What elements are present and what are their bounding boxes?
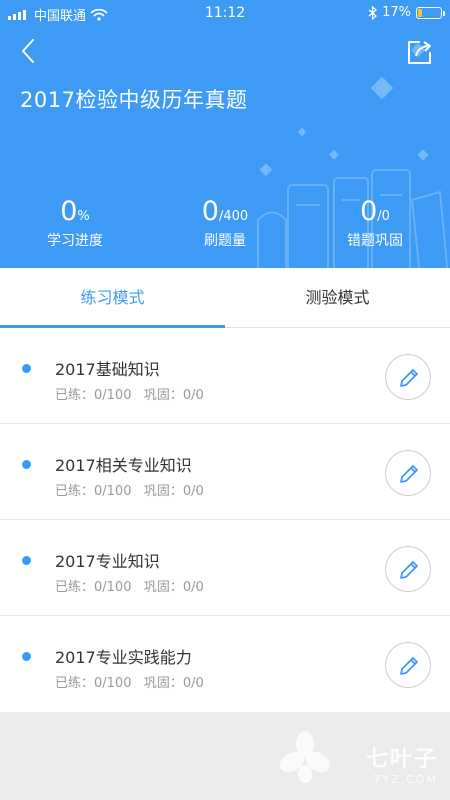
pencil-icon <box>400 561 418 579</box>
site-watermark: 七叶子 7YZ.COM <box>279 731 438 786</box>
item-progress: 已练：0/100 巩固：0/0 <box>55 388 204 403</box>
stat-label: 学习进度 <box>47 233 103 249</box>
list-item[interactable]: 2017基础知识 已练：0/100 巩固：0/0 <box>0 328 450 424</box>
list-item[interactable]: 2017专业实践能力 已练：0/100 巩固：0/0 <box>0 616 450 712</box>
stat-label: 刷题量 <box>204 233 246 249</box>
item-title: 2017专业知识 <box>55 552 160 571</box>
tab-test-mode[interactable]: 测验模式 <box>225 268 450 328</box>
share-button[interactable] <box>406 38 434 66</box>
leaf-logo-icon <box>279 731 331 783</box>
pencil-icon <box>400 369 418 387</box>
status-bar: 中国联通 11:12 17% <box>0 0 450 28</box>
item-title: 2017专业实践能力 <box>55 648 192 667</box>
watermark-domain: 7YZ.COM <box>373 773 438 786</box>
list-item[interactable]: 2017专业知识 已练：0/100 巩固：0/0 <box>0 520 450 616</box>
stat-mistakes: 0/0 错题巩固 <box>300 196 450 250</box>
item-title: 2017相关专业知识 <box>55 456 192 475</box>
chevron-left-icon <box>22 39 34 63</box>
share-icon <box>408 41 431 64</box>
stat-value: 0 <box>360 196 378 227</box>
item-progress: 已练：0/100 巩固：0/0 <box>55 676 204 691</box>
header-banner: 中国联通 11:12 17% 2017检验中级历年真题 0% 学习进度 0/40… <box>0 0 450 268</box>
stat-progress: 0% 学习进度 <box>0 196 150 250</box>
stat-questions: 0/400 刷题量 <box>150 196 300 250</box>
stat-label: 错题巩固 <box>347 233 403 249</box>
stat-unit: /400 <box>218 209 249 224</box>
stat-value: 0 <box>201 196 219 227</box>
item-progress: 已练：0/100 巩固：0/0 <box>55 580 204 595</box>
watermark-text: 七叶子 <box>365 747 438 772</box>
bullet-dot <box>22 556 31 565</box>
stat-unit: /0 <box>377 209 390 224</box>
mode-tabs: 练习模式 测验模式 <box>0 268 450 328</box>
bullet-dot <box>22 652 31 661</box>
item-progress: 已练：0/100 巩固：0/0 <box>55 484 204 499</box>
pencil-icon <box>400 657 418 675</box>
bullet-dot <box>22 364 31 373</box>
battery-percent: 17% <box>382 5 411 20</box>
edit-button[interactable] <box>385 450 431 496</box>
edit-button[interactable] <box>385 354 431 400</box>
stat-unit: % <box>77 209 90 224</box>
page-title: 2017检验中级历年真题 <box>20 88 248 112</box>
bullet-dot <box>22 460 31 469</box>
bluetooth-icon <box>368 5 378 20</box>
back-button[interactable] <box>14 36 44 66</box>
item-title: 2017基础知识 <box>55 360 160 379</box>
battery-icon <box>416 6 445 19</box>
tab-practice-mode[interactable]: 练习模式 <box>0 268 225 328</box>
list-item[interactable]: 2017相关专业知识 已练：0/100 巩固：0/0 <box>0 424 450 520</box>
edit-button[interactable] <box>385 642 431 688</box>
stat-value: 0 <box>60 196 78 227</box>
pencil-icon <box>400 465 418 483</box>
chapter-list: 2017基础知识 已练：0/100 巩固：0/0 2017相关专业知识 已练：0… <box>0 328 450 712</box>
edit-button[interactable] <box>385 546 431 592</box>
